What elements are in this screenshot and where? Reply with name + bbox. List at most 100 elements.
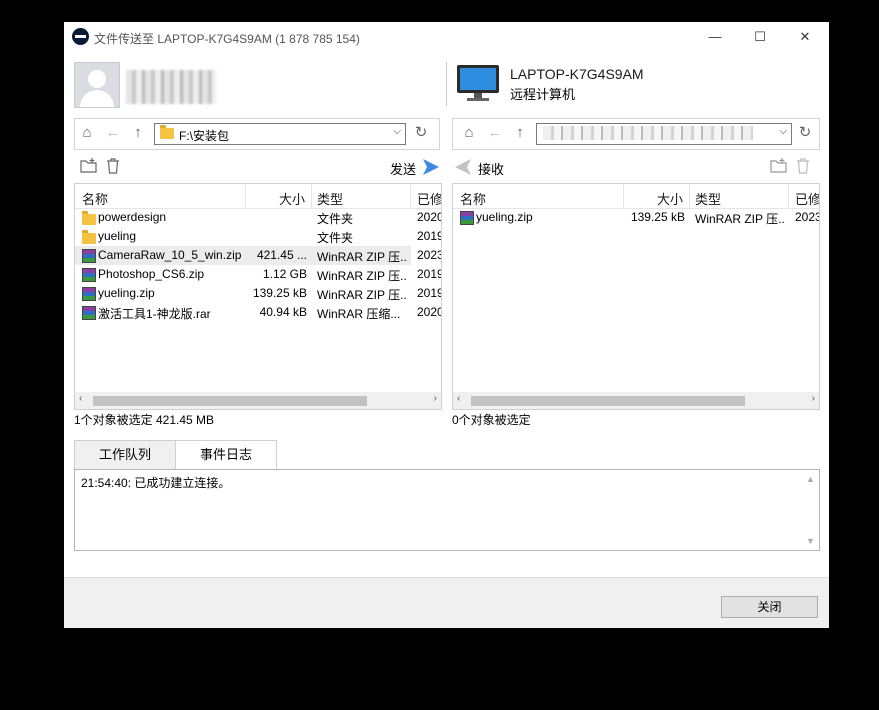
column-name[interactable]: 名称	[460, 189, 486, 208]
file-transfer-window: 文件传送至 LAPTOP-K7G4S9AM (1 878 785 154) — …	[64, 22, 829, 628]
file-type: WinRAR 压缩...	[317, 307, 401, 321]
file-type: 文件夹	[317, 231, 354, 245]
log-entry: 21:54:40: 已成功建立连接。	[81, 476, 231, 490]
scroll-right-icon[interactable]: ›	[434, 393, 437, 404]
remote-nav-bar: ⌂ ← ↑ ⌵ ↻	[452, 118, 820, 150]
local-path-input[interactable]: F:\安装包 ⌵	[154, 123, 406, 145]
file-name: Photoshop_CS6.zip	[98, 267, 205, 281]
file-date: 2019	[417, 229, 442, 243]
column-modified[interactable]: 已修	[795, 189, 819, 208]
delete-icon[interactable]	[796, 158, 810, 174]
remote-path-input[interactable]: ⌵	[536, 123, 792, 145]
scroll-thumb[interactable]	[471, 396, 745, 406]
local-status: 1个对象被选定 421.45 MB	[74, 413, 215, 427]
minimize-button[interactable]: —	[703, 26, 727, 48]
file-date: 2019	[417, 286, 442, 300]
remote-file-list[interactable]: 名称 大小 类型 已修 yueling.zip 139.25 kB WinRAR Z…	[452, 183, 820, 410]
file-name: yueling.zip	[98, 286, 155, 300]
scroll-thumb[interactable]	[93, 396, 367, 406]
folder-icon	[82, 230, 96, 244]
file-type: WinRAR ZIP 压...	[695, 212, 785, 226]
file-row[interactable]: powerdesign 文件夹 2020	[75, 208, 441, 227]
delete-icon[interactable]	[106, 158, 120, 174]
folder-icon	[160, 125, 174, 139]
file-size: 139.25 kB	[252, 286, 307, 300]
column-type[interactable]: 类型	[317, 189, 343, 208]
home-icon[interactable]: ⌂	[78, 124, 96, 142]
horizontal-scrollbar[interactable]: ‹ ›	[75, 392, 441, 409]
local-path-text: F:\安装包	[179, 129, 229, 143]
local-user-name-blurred	[126, 70, 216, 104]
file-date: 2019	[417, 267, 442, 281]
file-row[interactable]: Photoshop_CS6.zip 1.12 GB WinRAR ZIP 压... 2…	[75, 265, 441, 284]
scroll-left-icon[interactable]: ‹	[457, 393, 460, 404]
horizontal-scrollbar[interactable]: ‹ ›	[453, 392, 819, 409]
refresh-icon[interactable]: ↻	[796, 124, 814, 142]
file-row[interactable]: yueling.zip 139.25 kB WinRAR ZIP 压... 2019	[75, 284, 441, 303]
refresh-icon[interactable]: ↻	[412, 124, 430, 142]
title-bar: 文件传送至 LAPTOP-K7G4S9AM (1 878 785 154) — …	[64, 22, 829, 52]
scroll-right-icon[interactable]: ›	[812, 393, 815, 404]
file-name: yueling	[98, 229, 137, 243]
remote-action-row: 接收	[452, 155, 818, 181]
file-row[interactable]: CameraRaw_10_5_win.zip 421.45 ... WinRAR Z…	[75, 246, 441, 265]
column-size[interactable]: 大小	[657, 189, 683, 208]
up-arrow-icon[interactable]: ↑	[129, 124, 147, 142]
close-window-button[interactable]: ✕	[793, 26, 817, 48]
file-row[interactable]: yueling.zip 139.25 kB WinRAR ZIP 压... 2023	[453, 208, 819, 227]
remote-computer-name: LAPTOP-K7G4S9AM	[510, 66, 644, 82]
vertical-scrollbar[interactable]: ▲ ▼	[802, 470, 819, 550]
new-folder-icon[interactable]	[770, 158, 788, 174]
column-type[interactable]: 类型	[695, 189, 721, 208]
teamviewer-logo-icon	[72, 28, 89, 45]
scroll-down-icon[interactable]: ▼	[806, 536, 815, 546]
local-action-row: 发送	[74, 155, 440, 181]
archive-icon	[82, 306, 96, 320]
remote-path-blurred	[543, 126, 753, 140]
up-arrow-icon[interactable]: ↑	[511, 124, 529, 142]
local-user-avatar	[74, 62, 120, 108]
chevron-down-icon[interactable]: ⌵	[779, 126, 787, 137]
back-arrow-icon[interactable]: ←	[486, 124, 504, 142]
file-size: 40.94 kB	[259, 305, 307, 319]
column-name[interactable]: 名称	[82, 189, 108, 208]
send-label[interactable]: 发送	[390, 159, 416, 178]
close-button[interactable]: 关闭	[721, 596, 818, 618]
receive-arrow-icon[interactable]	[454, 158, 472, 176]
new-folder-icon[interactable]	[80, 158, 98, 174]
archive-icon	[82, 268, 96, 282]
tab-work-queue[interactable]: 工作队列	[74, 440, 176, 469]
local-nav-bar: ⌂ ← ↑ F:\安装包 ⌵ ↻	[74, 118, 440, 150]
window-title: 文件传送至 LAPTOP-K7G4S9AM (1 878 785 154)	[94, 32, 360, 46]
column-modified[interactable]: 已修	[417, 189, 441, 208]
folder-icon	[82, 211, 96, 225]
column-size[interactable]: 大小	[279, 189, 305, 208]
remote-status: 0个对象被选定	[452, 413, 531, 427]
remote-computer-label: 远程计算机	[510, 87, 576, 102]
archive-icon	[82, 287, 96, 301]
local-file-list[interactable]: 名称 大小 类型 已修 powerdesign 文件夹 2020 yueling 文件夹…	[74, 183, 442, 410]
file-type: WinRAR ZIP 压...	[317, 250, 407, 264]
maximize-button[interactable]: ☐	[748, 26, 772, 48]
file-size: 139.25 kB	[630, 210, 685, 224]
header-divider	[446, 62, 447, 106]
file-type: WinRAR ZIP 压...	[317, 269, 407, 283]
file-date: 2020	[417, 210, 442, 224]
tab-event-log[interactable]: 事件日志	[175, 440, 277, 469]
dialog-footer: 关闭	[64, 577, 829, 628]
file-name: powerdesign	[98, 210, 167, 224]
file-type: WinRAR ZIP 压...	[317, 288, 407, 302]
file-size: 421.45 ...	[256, 248, 307, 262]
chevron-down-icon[interactable]: ⌵	[393, 126, 401, 137]
scroll-left-icon[interactable]: ‹	[79, 393, 82, 404]
file-row[interactable]: 激活工具1-神龙版.rar 40.94 kB WinRAR 压缩... 2020	[75, 303, 441, 322]
file-date: 2020	[417, 305, 442, 319]
back-arrow-icon[interactable]: ←	[104, 124, 122, 142]
file-size: 1.12 GB	[262, 267, 307, 281]
receive-label[interactable]: 接收	[478, 159, 504, 178]
file-name: 激活工具1-神龙版.rar	[98, 307, 211, 321]
home-icon[interactable]: ⌂	[460, 124, 478, 142]
file-row[interactable]: yueling 文件夹 2019	[75, 227, 441, 246]
scroll-up-icon[interactable]: ▲	[806, 474, 815, 484]
send-arrow-icon[interactable]	[422, 158, 440, 176]
